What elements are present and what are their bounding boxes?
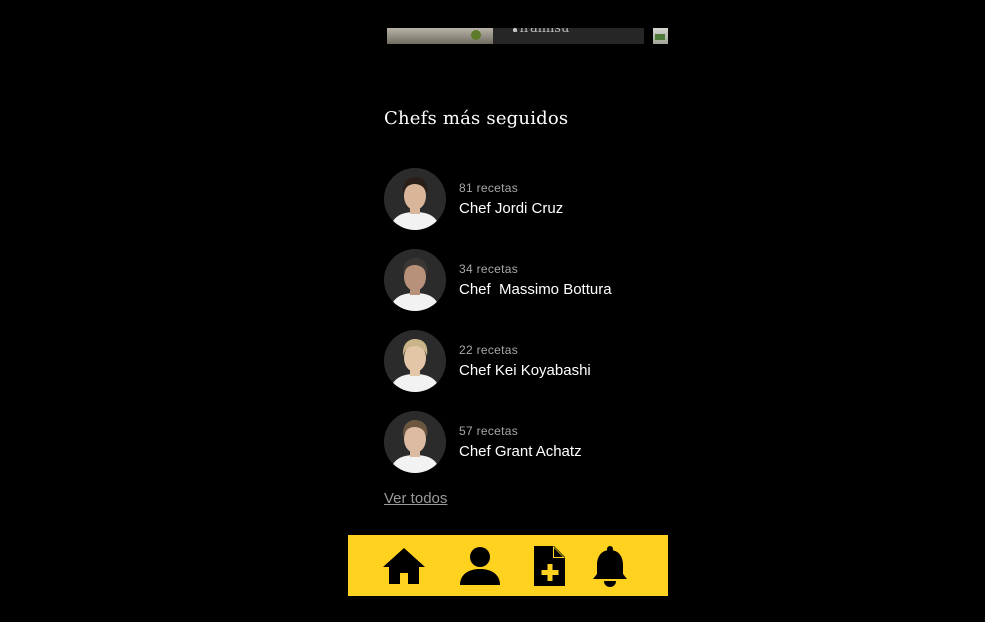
tab-notifications[interactable] xyxy=(590,543,630,589)
chef-avatar xyxy=(384,411,446,473)
chef-name: Chef Kei Koyabashi xyxy=(459,362,591,379)
chef-avatar xyxy=(384,330,446,392)
section-title: Chefs más seguidos xyxy=(384,108,569,129)
recipe-count: 57 recetas xyxy=(459,424,519,438)
chef-name: Chef Grant Achatz xyxy=(459,443,582,460)
chef-portrait-icon xyxy=(384,330,446,392)
home-icon xyxy=(383,548,425,584)
chef-portrait-icon xyxy=(384,168,446,230)
notifications-icon xyxy=(593,546,627,587)
recipe-count: 22 recetas xyxy=(459,343,519,357)
app-screen: Tiramisu Chefs más seguidos 81 recetas C… xyxy=(0,0,985,622)
chef-avatar xyxy=(384,249,446,311)
chef-portrait-icon xyxy=(384,249,446,311)
chef-name: Chef Jordi Cruz xyxy=(459,200,564,217)
profile-icon xyxy=(460,547,500,585)
tab-profile[interactable] xyxy=(458,543,502,589)
bottom-tab-bar xyxy=(348,535,668,596)
chef-avatar xyxy=(384,168,446,230)
tab-home[interactable] xyxy=(380,543,428,589)
chef-item-massimo-bottura[interactable]: 34 recetas Chef Massimo Bottura xyxy=(384,249,668,311)
chef-name: Chef Massimo Bottura xyxy=(459,281,612,298)
tab-add-recipe[interactable] xyxy=(530,543,568,589)
see-all-link[interactable]: Ver todos xyxy=(384,490,447,507)
recipe-photo xyxy=(387,28,493,44)
recipe-count: 34 recetas xyxy=(459,262,519,276)
chef-portrait-icon xyxy=(384,411,446,473)
chef-item-grant-achatz[interactable]: 57 recetas Chef Grant Achatz xyxy=(384,411,668,473)
recipe-carousel[interactable]: Tiramisu xyxy=(387,28,668,44)
add-recipe-icon xyxy=(534,546,565,586)
next-recipe-card[interactable] xyxy=(653,28,668,44)
chef-item-kei-koyabashi[interactable]: 22 recetas Chef Kei Koyabashi xyxy=(384,330,668,392)
chef-list: 81 recetas Chef Jordi Cruz 34 recetas Ch… xyxy=(384,168,668,492)
recipe-card[interactable]: Tiramisu xyxy=(387,28,644,44)
recipe-count: 81 recetas xyxy=(459,181,519,195)
recipe-title: Tiramisu xyxy=(511,28,570,36)
chef-item-jordi-cruz[interactable]: 81 recetas Chef Jordi Cruz xyxy=(384,168,668,230)
